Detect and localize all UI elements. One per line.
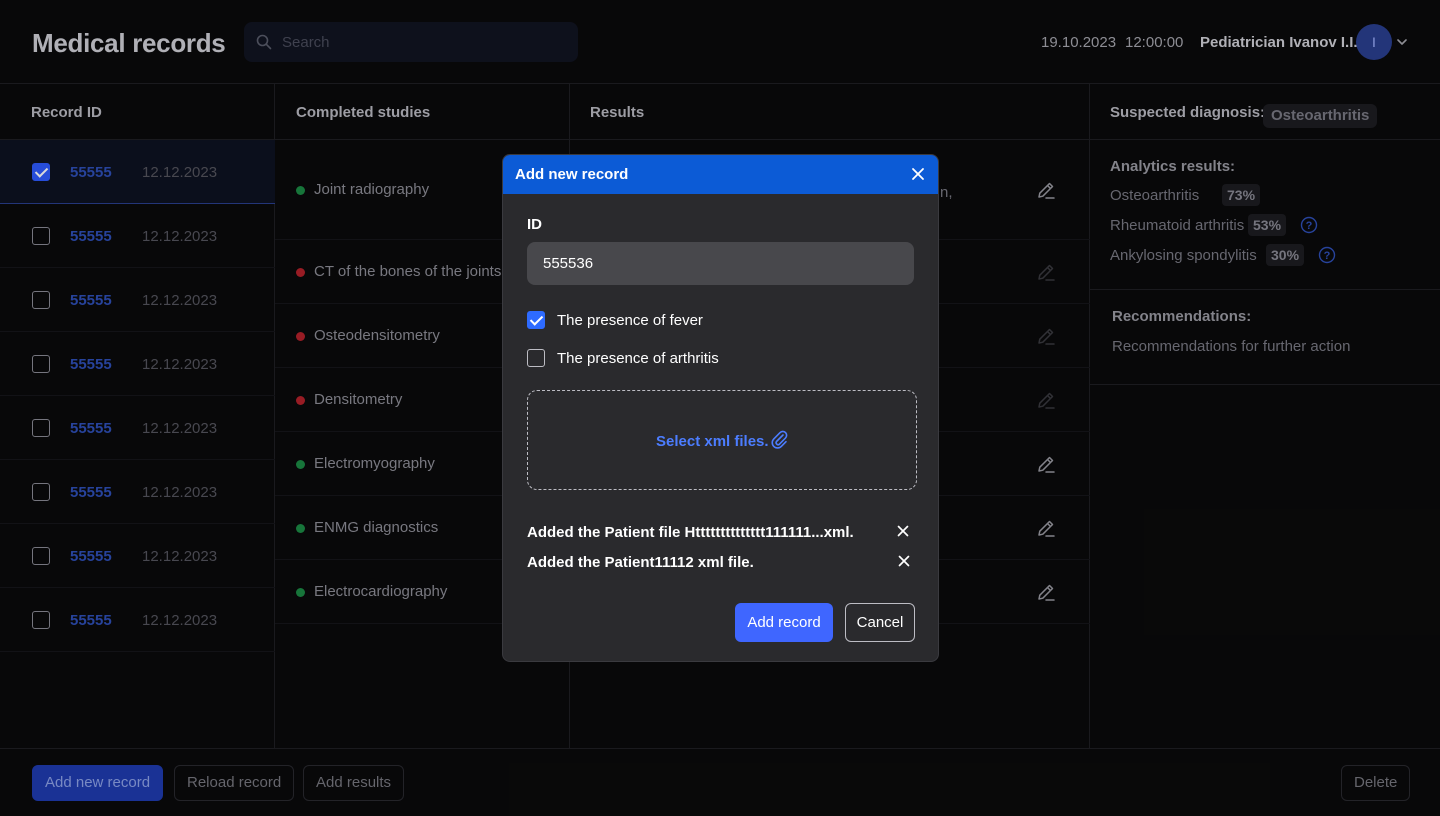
dialog-title: Add new record [515,166,629,183]
select-files-link[interactable]: Select xml files. [656,433,769,450]
dialog-header: Add new record [503,155,938,194]
paperclip-icon [771,430,788,449]
fever-checkbox-label[interactable]: The presence of fever [557,312,703,329]
fever-checkbox[interactable] [527,311,545,329]
id-field-label: ID [527,216,542,233]
cancel-button[interactable]: Cancel [845,603,915,642]
remove-file-icon[interactable] [898,555,910,567]
attached-file-name: Added the Patient11112 xml file. [527,554,754,571]
id-field[interactable] [527,242,914,285]
add-record-button[interactable]: Add record [735,603,833,642]
add-record-dialog: Add new record ID The presence of fever … [502,154,939,662]
arthritis-checkbox-label[interactable]: The presence of arthritis [557,350,719,367]
attached-file-name: Added the Patient file Htttttttttttttt11… [527,524,854,541]
arthritis-checkbox[interactable] [527,349,545,367]
attached-file-item: Added the Patient11112 xml file. [527,551,917,573]
attached-file-item: Added the Patient file Htttttttttttttt11… [527,521,917,543]
file-dropzone[interactable]: Select xml files. [527,390,917,490]
close-icon[interactable] [911,167,925,181]
remove-file-icon[interactable] [897,525,909,537]
